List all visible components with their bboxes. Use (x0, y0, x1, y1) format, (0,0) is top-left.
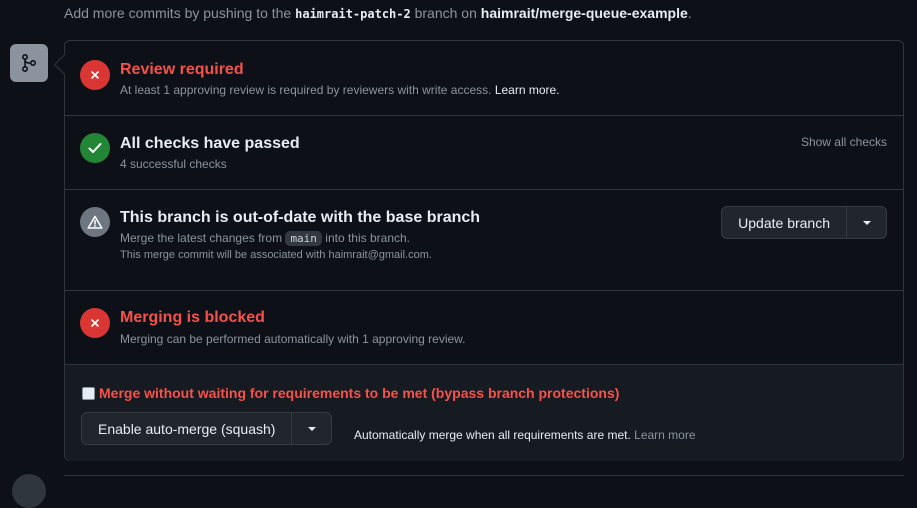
alert-icon (80, 207, 110, 237)
chevron-down-icon (307, 426, 316, 431)
update-branch-dropdown[interactable] (846, 207, 886, 238)
review-required-section: Review required At least 1 approving rev… (65, 41, 903, 116)
push-commits-hint: Add more commits by pushing to the haimr… (64, 5, 692, 21)
merge-commit-note: This merge commit will be associated wit… (120, 249, 432, 261)
bypass-protections-option[interactable]: Merge without waiting for requirements t… (82, 385, 619, 401)
review-learn-more-link[interactable]: Learn more. (495, 83, 560, 97)
out-of-date-description: Merge the latest changes from main into … (120, 231, 410, 246)
out-of-date-suffix: into this branch. (325, 231, 410, 245)
review-description-text: At least 1 approving review is required … (120, 83, 492, 97)
checks-section: All checks have passed 4 successful chec… (65, 116, 903, 190)
avatar (12, 474, 46, 508)
hint-middle: branch on (414, 5, 477, 21)
review-required-title: Review required (120, 61, 244, 78)
merge-actions-section: Merge without waiting for requirements t… (65, 365, 903, 461)
x-circle-icon (80, 60, 110, 90)
divider (64, 475, 904, 476)
auto-merge-note: Automatically merge when all requirement… (354, 428, 696, 442)
bypass-checkbox[interactable] (82, 386, 95, 400)
hint-suffix: . (687, 5, 692, 21)
update-branch-button-group: Update branch (721, 206, 887, 239)
head-branch-name[interactable]: haimrait-patch-2 (295, 7, 411, 21)
git-merge-icon (10, 44, 48, 82)
auto-merge-note-text: Automatically merge when all requirement… (354, 428, 631, 442)
auto-merge-learn-more-link[interactable]: Learn more (634, 428, 695, 442)
bypass-label[interactable]: Merge without waiting for requirements t… (99, 385, 619, 401)
repo-name[interactable]: haimrait/merge-queue-example (481, 5, 688, 21)
chevron-down-icon (862, 220, 871, 225)
hint-prefix: Add more commits by pushing to the (64, 5, 292, 21)
auto-merge-button-group: Enable auto-merge (squash) (81, 412, 333, 445)
enable-auto-merge-button[interactable]: Enable auto-merge (squash) (82, 413, 291, 444)
out-of-date-prefix: Merge the latest changes from (120, 231, 283, 245)
out-of-date-title: This branch is out-of-date with the base… (120, 209, 481, 226)
merging-blocked-description: Merging can be performed automatically w… (120, 332, 466, 346)
merging-blocked-section: Merging is blocked Merging can be perfor… (65, 291, 903, 365)
check-circle-icon (80, 133, 110, 163)
out-of-date-section: This branch is out-of-date with the base… (65, 190, 903, 291)
show-all-checks-link[interactable]: Show all checks (801, 135, 887, 149)
checks-title: All checks have passed (120, 135, 300, 152)
x-circle-icon (80, 308, 110, 338)
merge-status-box: Review required At least 1 approving rev… (64, 40, 904, 461)
auto-merge-dropdown[interactable] (291, 413, 331, 444)
review-required-description: At least 1 approving review is required … (120, 83, 560, 97)
merging-blocked-title: Merging is blocked (120, 309, 265, 326)
checks-description: 4 successful checks (120, 157, 227, 171)
update-branch-button[interactable]: Update branch (722, 207, 846, 238)
base-branch-name: main (285, 231, 322, 246)
